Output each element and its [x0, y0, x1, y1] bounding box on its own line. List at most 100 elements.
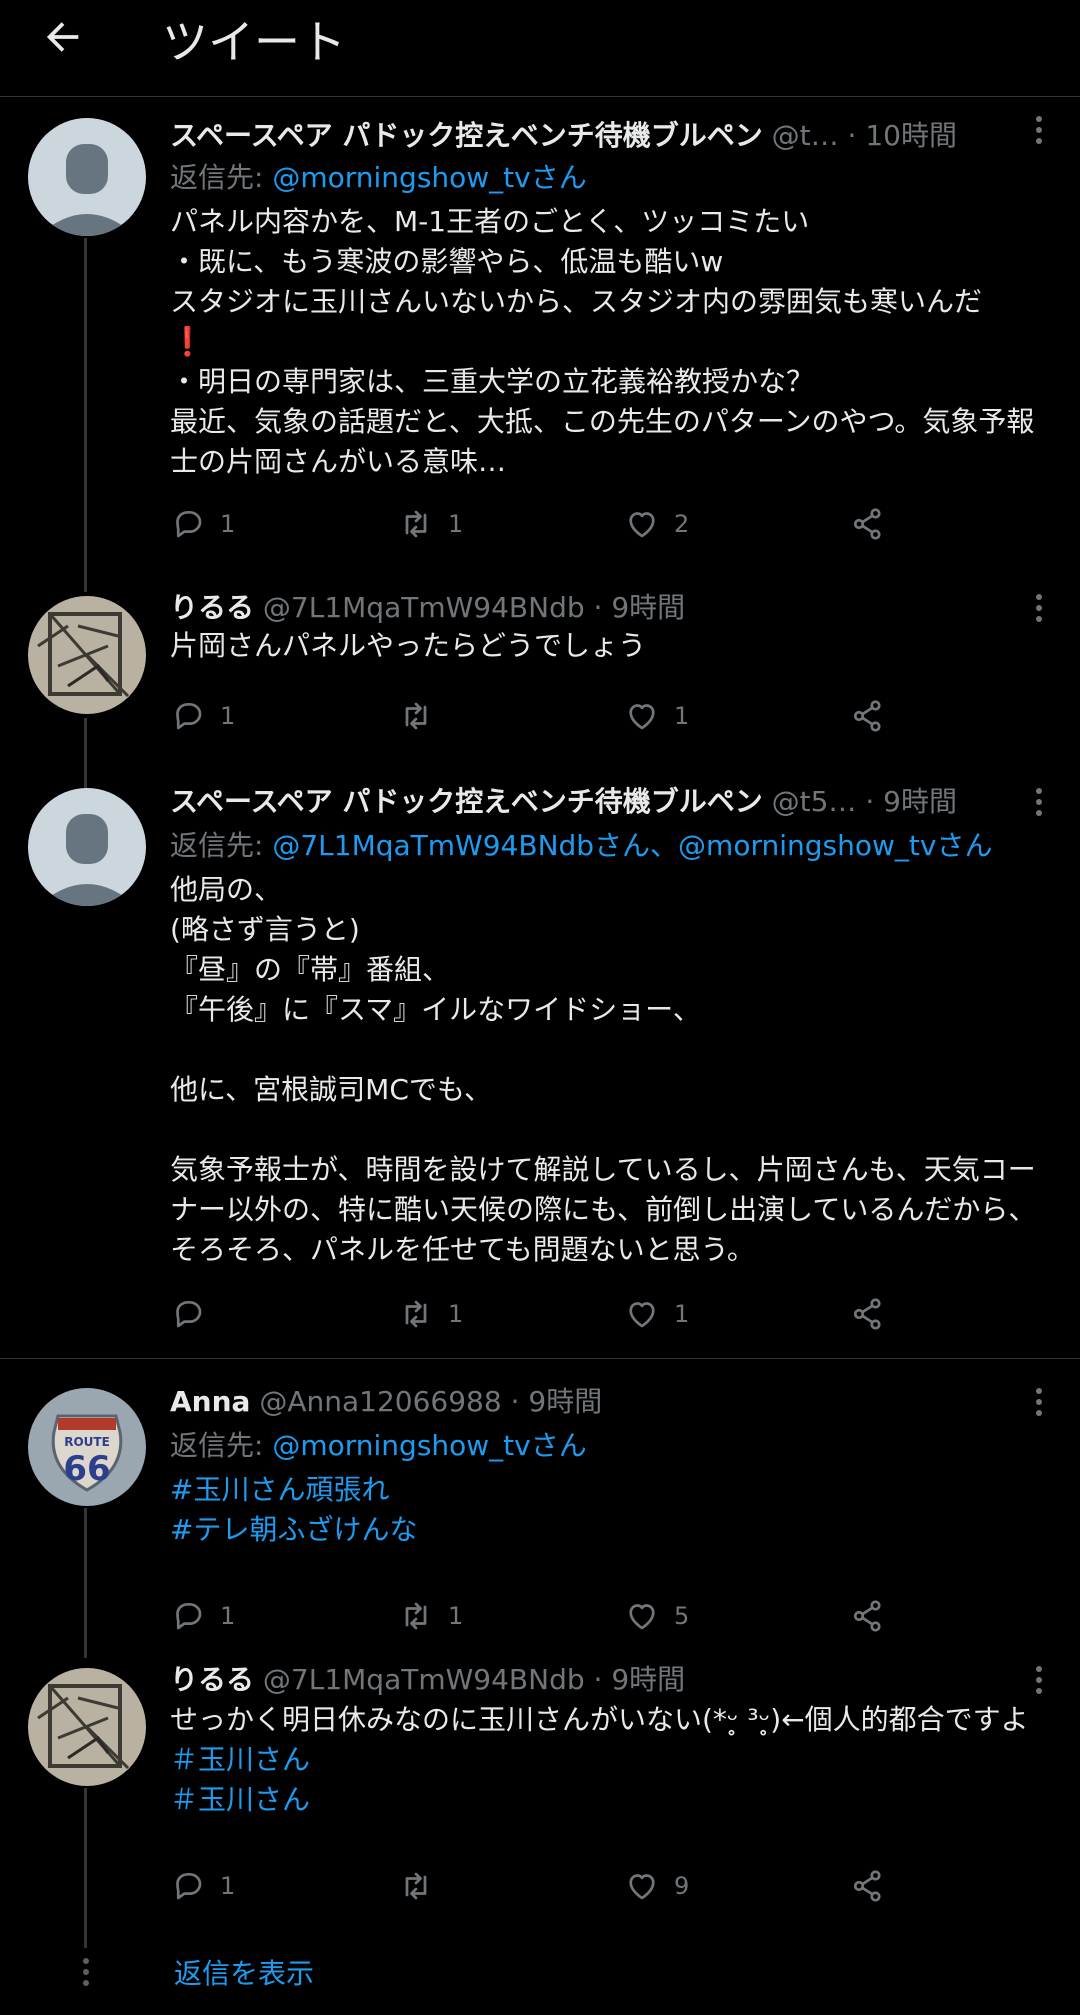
- hashtag-link[interactable]: ＃玉川さん: [170, 1740, 1050, 1780]
- reply-to-label: 返信先:: [170, 829, 264, 862]
- heart-icon: [629, 512, 655, 538]
- like-button[interactable]: 1: [624, 694, 689, 738]
- share-button[interactable]: [850, 1594, 886, 1638]
- reply-button[interactable]: 1: [170, 1594, 235, 1638]
- author-handle[interactable]: @Anna12066988: [259, 1385, 501, 1418]
- like-button[interactable]: 5: [624, 1594, 689, 1638]
- retweet-button[interactable]: 1: [398, 1292, 463, 1336]
- tweet-actions: 1 9: [170, 1864, 890, 1908]
- tweet-time[interactable]: 9時間: [883, 785, 957, 818]
- tweet-actions: 1 1: [170, 694, 890, 738]
- share-icon: [853, 1870, 881, 1902]
- like-count: 2: [674, 510, 690, 538]
- like-count: 9: [674, 1872, 690, 1900]
- tweet-time[interactable]: 9時間: [611, 1663, 685, 1696]
- tweet-text: 他局の、 (略さず言うと) 『昼』の『帯』番組、 『午後』に『スマ』イルなワイド…: [170, 873, 1037, 1266]
- reply-to-user-link[interactable]: @morningshow_tvさん: [272, 161, 586, 194]
- thread-ellipsis-icon: [82, 1958, 90, 1991]
- back-arrow-icon[interactable]: [40, 14, 86, 60]
- more-options-icon[interactable]: [1034, 1388, 1044, 1421]
- retweet-icon: [405, 510, 427, 538]
- avatar[interactable]: [28, 596, 146, 714]
- reply-count: 1: [220, 702, 236, 730]
- author-name[interactable]: Anna: [170, 1385, 250, 1418]
- share-button[interactable]: [850, 1292, 886, 1336]
- heart-icon: [629, 704, 655, 730]
- retweet-icon: [405, 702, 427, 730]
- more-options-icon[interactable]: [1034, 1666, 1044, 1699]
- share-icon: [853, 508, 881, 540]
- tweet-time[interactable]: 9時間: [528, 1385, 602, 1418]
- avatar[interactable]: [28, 788, 146, 906]
- retweet-button[interactable]: 1: [398, 1594, 463, 1638]
- share-button[interactable]: [850, 1864, 886, 1908]
- like-button[interactable]: 9: [624, 1864, 689, 1908]
- like-count: 1: [674, 1300, 690, 1328]
- reply-icon: [176, 1300, 202, 1328]
- retweet-button[interactable]: [398, 694, 448, 738]
- author-name[interactable]: りるる: [170, 591, 254, 624]
- tweet-author-line: スペースペア パドック控えベンチ待機ブルペン @t… · 10時間: [170, 119, 957, 152]
- retweet-button[interactable]: 1: [398, 502, 463, 546]
- like-count: 5: [674, 1602, 690, 1630]
- tweet-time[interactable]: 10時間: [865, 119, 957, 152]
- reply-to-user-link[interactable]: @7L1MqaTmW94BNdbさん、@morningshow_tvさん: [272, 829, 992, 862]
- tweet-actions: 1 1 2: [170, 502, 890, 546]
- heart-icon: [629, 1874, 655, 1900]
- author-name[interactable]: スペースペア パドック控えベンチ待機ブルペン: [170, 119, 763, 152]
- author-handle[interactable]: @7L1MqaTmW94BNdb: [263, 591, 585, 624]
- divider: [0, 1358, 1080, 1359]
- tweet-time[interactable]: 9時間: [611, 591, 685, 624]
- tweet[interactable]: スペースペア パドック控えベンチ待機ブルペン @t… · 10時間 返信先: @…: [0, 96, 1080, 556]
- reply-button[interactable]: 1: [170, 694, 235, 738]
- reply-to: 返信先: @7L1MqaTmW94BNdbさん、@morningshow_tvさ…: [170, 824, 992, 868]
- tweet-actions: 1 1: [170, 1292, 890, 1336]
- reply-count: 1: [220, 1602, 236, 1630]
- reply-icon: [176, 1872, 202, 1900]
- tweet[interactable]: スペースペア パドック控えベンチ待機ブルペン @t5… · 9時間 返信先: @…: [0, 770, 1080, 1360]
- reply-button[interactable]: 1: [170, 1864, 235, 1908]
- author-handle[interactable]: @t5…: [772, 785, 857, 818]
- more-options-icon[interactable]: [1034, 788, 1044, 821]
- default-avatar-icon: [28, 788, 146, 906]
- reply-button[interactable]: 1: [170, 502, 235, 546]
- reply-count: 1: [220, 510, 236, 538]
- hashtag-link[interactable]: #テレ朝ふざけんな: [170, 1510, 1050, 1550]
- tweet[interactable]: りるる @7L1MqaTmW94BNdb · 9時間 せっかく明日休みなのに玉川…: [0, 1650, 1080, 1940]
- tweet[interactable]: りるる @7L1MqaTmW94BNdb · 9時間 片岡さんパネルやったらどう…: [0, 580, 1080, 770]
- share-button[interactable]: [850, 694, 886, 738]
- reply-icon: [176, 1602, 202, 1630]
- share-icon: [853, 1600, 881, 1632]
- author-name[interactable]: りるる: [170, 1663, 254, 1696]
- reply-to: 返信先: @morningshow_tvさん: [170, 1424, 587, 1468]
- share-button[interactable]: [850, 502, 886, 546]
- like-button[interactable]: 2: [624, 502, 689, 546]
- author-handle[interactable]: @t…: [772, 119, 839, 152]
- hashtag-link[interactable]: ＃玉川さん: [170, 1780, 1050, 1820]
- more-options-icon[interactable]: [1034, 594, 1044, 627]
- avatar[interactable]: [28, 118, 146, 236]
- tweet-text: #玉川さん頑張れ #テレ朝ふざけんな: [170, 1470, 1050, 1550]
- author-handle[interactable]: @7L1MqaTmW94BNdb: [263, 1663, 585, 1696]
- tweet-text: せっかく明日休みなのに玉川さんがいない(*ᵕ̥ ³ᵕ̥)←個人的都合ですよ ＃玉…: [170, 1700, 1050, 1820]
- default-avatar-icon: [28, 118, 146, 236]
- tweet-text: 片岡さんパネルやったらどうでしょう: [170, 629, 647, 662]
- more-options-icon[interactable]: [1034, 116, 1044, 149]
- hashtag-link[interactable]: #玉川さん頑張れ: [170, 1470, 1050, 1510]
- svg-text:66: 66: [63, 1449, 110, 1489]
- page-title: ツイート: [162, 15, 346, 69]
- avatar[interactable]: [28, 1668, 146, 1786]
- retweet-button[interactable]: [398, 1864, 448, 1908]
- reply-icon: [176, 510, 202, 538]
- tweet[interactable]: ROUTE 66 Anna @Anna12066988 · 9時間 返信先: @…: [0, 1370, 1080, 1640]
- reply-to-user-link[interactable]: @morningshow_tvさん: [272, 1429, 586, 1462]
- reply-count: 1: [220, 1872, 236, 1900]
- like-button[interactable]: 1: [624, 1292, 689, 1336]
- avatar[interactable]: ROUTE 66: [28, 1388, 146, 1506]
- retweet-icon: [405, 1300, 427, 1328]
- show-replies-link[interactable]: 返信を表示: [174, 1952, 314, 1996]
- like-count: 1: [674, 702, 690, 730]
- svg-text:ROUTE: ROUTE: [64, 1435, 110, 1449]
- reply-button[interactable]: [170, 1292, 220, 1336]
- author-name[interactable]: スペースペア パドック控えベンチ待機ブルペン: [170, 785, 763, 818]
